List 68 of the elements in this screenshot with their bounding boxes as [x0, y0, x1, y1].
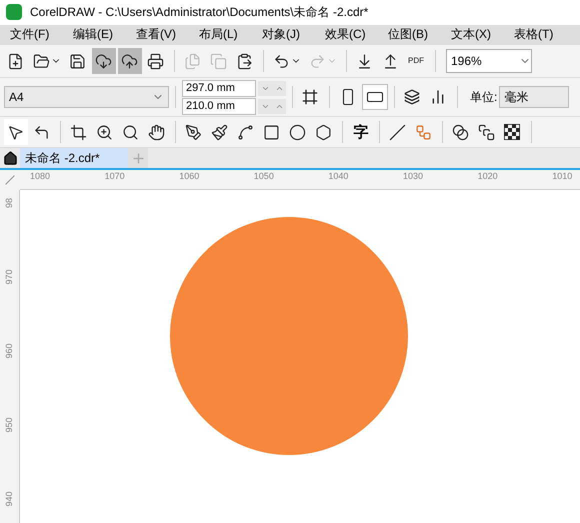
polygon-icon: [315, 124, 332, 141]
ruler-label: 1030: [403, 171, 424, 182]
ruler-label: 970: [4, 268, 14, 286]
blend-icon: [452, 124, 469, 141]
ruler-label: 1060: [179, 171, 200, 182]
ellipse-icon: [289, 124, 306, 141]
ruler-label: 1010: [552, 171, 572, 182]
connector-icon: [415, 124, 432, 141]
zoom-field[interactable]: 196%: [446, 49, 532, 74]
bars-icon: [430, 89, 446, 106]
ruler-label: 98: [4, 197, 14, 210]
cloud-download-icon: [95, 52, 112, 70]
text-tool[interactable]: 字: [349, 119, 373, 146]
landscape-button[interactable]: [362, 84, 388, 110]
hand-icon: [148, 124, 165, 141]
window-title: CorelDRAW - C:\Users\Administrator\Documents\未命名 -2.cdr*: [30, 4, 368, 21]
ruler-label: 940: [4, 490, 14, 508]
menu-item[interactable]: 对象(J): [252, 26, 315, 44]
clipboard-icon: [236, 52, 253, 70]
redo-icon: [309, 52, 326, 70]
crop-icon: [70, 124, 87, 141]
ruler-label: 1080: [30, 171, 50, 182]
rectangle-icon: [263, 124, 280, 141]
width-field[interactable]: 297.0 mm: [182, 80, 256, 97]
menu-item[interactable]: 布局(L): [189, 26, 252, 44]
unit-label: 单位:: [470, 88, 498, 106]
export-icon: [382, 52, 399, 70]
menu-item[interactable]: 表格(T): [504, 26, 567, 44]
folder-icon: [33, 52, 50, 70]
files-icon: [184, 52, 201, 70]
pen-icon: [185, 124, 202, 141]
zoom-icon: [96, 124, 113, 141]
app-logo-icon: [6, 4, 22, 20]
menu-item[interactable]: 效果(C): [315, 26, 378, 44]
ruler-label: 1040: [328, 171, 348, 182]
ruler-label: 950: [4, 416, 14, 434]
brush-icon: [211, 124, 228, 141]
document-tab[interactable]: 未命名 -2.cdr*: [20, 148, 128, 168]
cloud-upload-icon: [121, 52, 138, 70]
ruler-label: 960: [4, 342, 14, 360]
ruler-label: 1020: [478, 171, 498, 182]
search-icon: [122, 124, 139, 141]
shadow-icon: [478, 124, 495, 141]
layers-icon: [404, 89, 420, 106]
menu-item[interactable]: 文件(F): [0, 26, 63, 44]
menu-item[interactable]: 查看(V): [126, 26, 189, 44]
toolbar-button[interactable]: [118, 48, 142, 74]
ruler-label: 1070: [104, 171, 125, 182]
curve-icon: [237, 124, 254, 141]
menu-item[interactable]: 文本(X): [441, 26, 504, 44]
tool-button[interactable]: [4, 119, 28, 146]
menu-item[interactable]: 位图(B): [378, 26, 441, 44]
save-icon: [69, 52, 86, 70]
undo-icon: [273, 52, 290, 70]
menu-item[interactable]: 编辑(E): [63, 26, 126, 44]
printer-icon: [147, 52, 164, 70]
checkerboard-icon: [504, 124, 520, 140]
ruler-label: 1050: [254, 171, 274, 182]
import-icon: [356, 52, 373, 70]
unit-select[interactable]: 毫米: [499, 86, 570, 108]
pdf-button[interactable]: PDF: [405, 48, 429, 74]
page-size-select[interactable]: A4: [4, 86, 169, 108]
copy-icon: [210, 52, 227, 70]
line-icon: [389, 124, 406, 141]
height-field[interactable]: 210.0 mm: [182, 98, 256, 115]
toolbar-button[interactable]: [92, 48, 116, 74]
new-file-icon: [7, 52, 24, 70]
pointer-icon: [7, 124, 24, 141]
